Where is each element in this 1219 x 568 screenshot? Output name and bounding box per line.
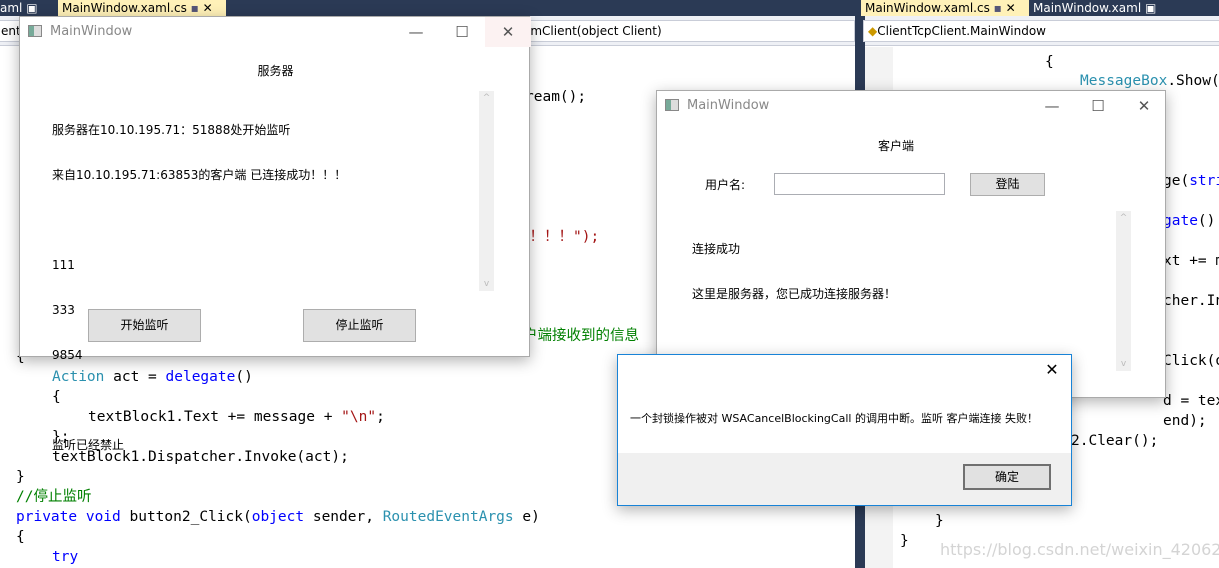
code-line: private void button2_Click(object sender…	[16, 509, 540, 525]
lock-icon: ▪	[190, 1, 199, 15]
server-log: 服务器在10.10.195.71：51888处开始监听 来自10.10.195.…	[52, 93, 346, 483]
server-window: MainWindow — ☐ ✕ 服务器 服务器在10.10.195.71：51…	[19, 16, 531, 452]
username-label: 用户名:	[705, 178, 746, 192]
log-line: 9854	[52, 348, 83, 362]
code-line: d = tex	[1163, 393, 1219, 409]
app-icon	[28, 25, 42, 37]
code-line: try	[52, 549, 79, 565]
code-line: }	[900, 533, 909, 549]
code-line: 户端接收到的信息	[523, 328, 639, 344]
code-line: xt += m	[1163, 253, 1219, 269]
code-line: Click(o	[1163, 353, 1219, 369]
client-log: 连接成功 这里是服务器，您已成功连接服务器！	[692, 212, 896, 332]
log-line: 来自10.10.195.71:63853的客户端 已连接成功！！！	[52, 168, 347, 182]
code-line: ream();	[525, 89, 587, 105]
window-title: MainWindow	[687, 98, 770, 113]
scrollbar[interactable]: ^ v	[1116, 211, 1131, 371]
log-line: 连接成功	[692, 242, 741, 256]
log-line: 监听已经禁止	[52, 438, 125, 452]
code-line: MessageBox.Show(	[1080, 73, 1219, 89]
error-message: 一个封锁操作被对 WSACancelBlockingCall 的调用中断。监听 …	[630, 412, 1038, 425]
lock-icon: ▣	[1144, 1, 1157, 15]
login-button[interactable]: 登陆	[970, 173, 1045, 196]
close-tab-icon[interactable]: ✕	[1006, 1, 1016, 15]
title-bar[interactable]: MainWindow — ☐ ✕	[20, 17, 531, 47]
log-line: 这里是服务器，您已成功连接服务器！	[692, 287, 897, 301]
close-tab-icon[interactable]: ✕	[203, 1, 213, 15]
tab-xaml[interactable]: aml ▣	[0, 0, 42, 16]
stop-listen-button[interactable]: 停止监听	[303, 309, 416, 342]
app-icon	[665, 99, 679, 111]
log-line: 服务器在10.10.195.71：51888处开始监听	[52, 123, 291, 137]
code-comment: //停止监听	[16, 489, 92, 505]
tab-xaml-right[interactable]: MainWindow.xaml ▣	[1029, 0, 1160, 16]
code-line: }	[935, 513, 944, 529]
code-line: {	[1045, 54, 1054, 70]
scrollbar[interactable]: ^ v	[479, 91, 494, 291]
code-line: {	[16, 529, 25, 545]
minimize-button[interactable]: —	[393, 17, 439, 47]
tab-bar-left: aml ▣ MainWindow.xaml.cs ▪ ✕	[0, 0, 855, 16]
error-message-box: ✕ 一个封锁操作被对 WSACancelBlockingCall 的调用中断。监…	[617, 354, 1072, 506]
window-title: MainWindow	[50, 24, 133, 39]
nav-bar-right: ◆ClientTcpClient.MainWindow	[863, 16, 1219, 46]
code-line: gate()	[1163, 213, 1216, 229]
tab-xaml-cs-right[interactable]: MainWindow.xaml.cs ▪ ✕	[861, 0, 1029, 16]
member-dropdown[interactable]: omClient(object Client)	[518, 20, 855, 42]
tab-bar-right: MainWindow.xaml.cs ▪ ✕ MainWindow.xaml ▣	[861, 0, 1219, 16]
tab-xaml-cs[interactable]: MainWindow.xaml.cs ▪ ✕	[58, 0, 226, 16]
maximize-button[interactable]: ☐	[1075, 91, 1121, 121]
code-line: 2.Clear();	[1071, 433, 1159, 449]
lock-icon: ▣	[26, 1, 38, 15]
maximize-button[interactable]: ☐	[439, 17, 485, 47]
username-input[interactable]	[774, 173, 945, 195]
watermark: https://blog.csdn.net/weixin_42062769	[940, 540, 1219, 559]
start-listen-button[interactable]: 开始监听	[88, 309, 201, 342]
button-area: 确定	[618, 453, 1071, 505]
title-bar[interactable]: MainWindow — ☐ ✕	[657, 91, 1165, 121]
close-button[interactable]: ✕	[485, 17, 531, 47]
close-button[interactable]: ✕	[1121, 91, 1167, 121]
heading: 服务器	[257, 64, 294, 78]
class-icon: ◆	[868, 24, 878, 38]
code-line: end);	[1163, 413, 1207, 429]
lock-icon: ▪	[993, 1, 1002, 15]
minimize-button[interactable]: —	[1029, 91, 1075, 121]
log-line: 111	[52, 258, 75, 272]
code-line: cher.In	[1163, 293, 1219, 309]
code-line: }	[16, 469, 25, 485]
class-dropdown[interactable]: ◆ClientTcpClient.MainWindow	[863, 20, 1219, 42]
heading: 客户端	[877, 139, 914, 153]
code-line: ge(stri	[1163, 173, 1219, 189]
ok-button[interactable]: 确定	[963, 464, 1051, 490]
client-window: MainWindow — ☐ ✕ 客户端 用户名: 登陆 连接成功 这里是服务器…	[656, 90, 1166, 398]
close-button[interactable]: ✕	[1032, 355, 1072, 385]
